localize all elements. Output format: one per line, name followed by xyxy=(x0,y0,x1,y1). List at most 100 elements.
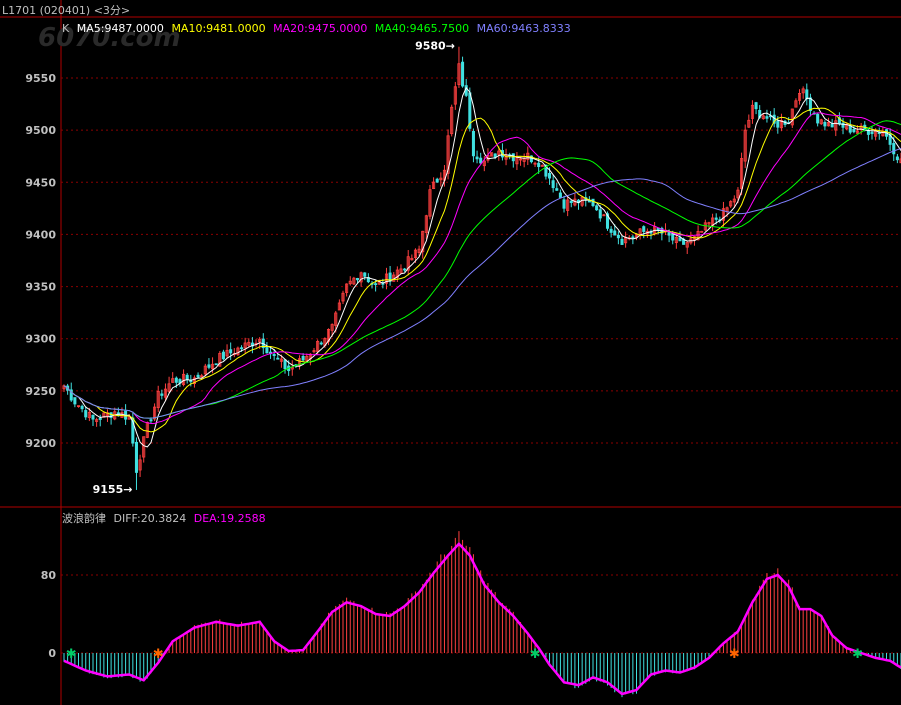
candle-body xyxy=(475,156,479,160)
candle xyxy=(192,375,196,388)
candle-body xyxy=(555,188,559,191)
candle xyxy=(540,164,544,167)
candle xyxy=(225,344,229,358)
candle xyxy=(490,152,494,157)
candle-body xyxy=(283,359,287,370)
candle-body xyxy=(435,178,439,183)
candle xyxy=(609,226,613,238)
candle xyxy=(207,358,211,370)
candle xyxy=(779,113,783,132)
ma20-line xyxy=(63,112,901,425)
high-annotation: 9580→ xyxy=(415,40,455,53)
candle xyxy=(573,193,577,207)
candle xyxy=(392,272,396,282)
candle xyxy=(475,150,479,164)
candle-body xyxy=(678,237,682,242)
price-tick-label: 9400 xyxy=(25,228,56,241)
candle xyxy=(214,363,218,366)
candle xyxy=(823,120,827,131)
ma10-legend: MA10:9481.0000 xyxy=(171,22,266,35)
sell-signal-icon: ✱ xyxy=(66,647,77,662)
candle xyxy=(435,177,439,183)
candle-body xyxy=(160,393,164,396)
candle xyxy=(834,115,838,137)
candle xyxy=(312,347,316,354)
candle xyxy=(243,337,247,354)
candle-body xyxy=(620,238,624,245)
candle-body xyxy=(830,123,834,128)
candle xyxy=(171,372,175,383)
candle-body xyxy=(823,121,827,127)
candle xyxy=(73,397,77,408)
candle-body xyxy=(671,233,675,241)
candle xyxy=(870,126,874,140)
candle xyxy=(432,177,436,190)
candle xyxy=(156,385,160,413)
candle xyxy=(98,414,102,427)
candle xyxy=(711,213,715,232)
candle-body xyxy=(562,199,566,209)
candle-body xyxy=(852,128,856,133)
candle-body xyxy=(613,230,617,236)
ma5-line xyxy=(63,86,901,448)
candle xyxy=(642,225,646,239)
candle xyxy=(754,101,758,115)
candle xyxy=(91,414,95,427)
candle-body xyxy=(895,156,899,161)
candle xyxy=(743,124,747,169)
candle-body xyxy=(265,347,269,354)
ma20-legend: MA20:9475.0000 xyxy=(273,22,368,35)
dea-legend: DEA:19.2588 xyxy=(193,512,266,525)
candle xyxy=(185,373,189,384)
candle xyxy=(790,108,794,128)
candle-body xyxy=(877,132,881,134)
candle xyxy=(461,56,465,88)
candle xyxy=(721,201,725,227)
candle xyxy=(134,437,138,490)
candle-body xyxy=(240,347,244,350)
candle-body xyxy=(551,180,555,189)
candle xyxy=(805,83,809,106)
candle xyxy=(265,342,269,354)
candle xyxy=(808,93,812,117)
candle-body xyxy=(403,268,407,271)
candle xyxy=(236,346,240,356)
candle-body xyxy=(185,374,189,381)
candle xyxy=(700,230,704,233)
candle xyxy=(247,338,251,348)
candle-body xyxy=(816,113,820,124)
ma10-line xyxy=(63,107,901,433)
candle-body xyxy=(479,157,483,164)
candle-body xyxy=(754,102,758,110)
candle xyxy=(620,235,624,245)
candle xyxy=(62,384,66,392)
candle xyxy=(348,276,352,286)
candle xyxy=(508,152,512,160)
candle xyxy=(406,250,410,276)
candle-body xyxy=(609,228,613,233)
candle xyxy=(95,417,99,427)
candle xyxy=(765,109,769,123)
candle xyxy=(453,81,457,110)
candle xyxy=(153,403,157,422)
candle xyxy=(515,151,519,171)
candle xyxy=(471,128,475,163)
candle-body xyxy=(537,162,541,168)
candle-body xyxy=(558,192,562,198)
candle xyxy=(254,339,258,348)
candle-body xyxy=(73,397,77,405)
candle-body xyxy=(848,125,852,133)
candle xyxy=(558,189,562,198)
chart-canvas: 6070.com95509500945094009350930092509200… xyxy=(0,0,901,705)
candle-body xyxy=(98,417,102,420)
candle-body xyxy=(319,342,323,345)
candle xyxy=(816,113,820,127)
candle xyxy=(729,200,733,208)
candle xyxy=(131,411,135,447)
candle xyxy=(848,119,852,135)
candle-body xyxy=(548,172,552,179)
candle xyxy=(877,127,881,140)
candle xyxy=(895,153,899,164)
candle xyxy=(421,230,425,259)
candle xyxy=(142,436,146,463)
